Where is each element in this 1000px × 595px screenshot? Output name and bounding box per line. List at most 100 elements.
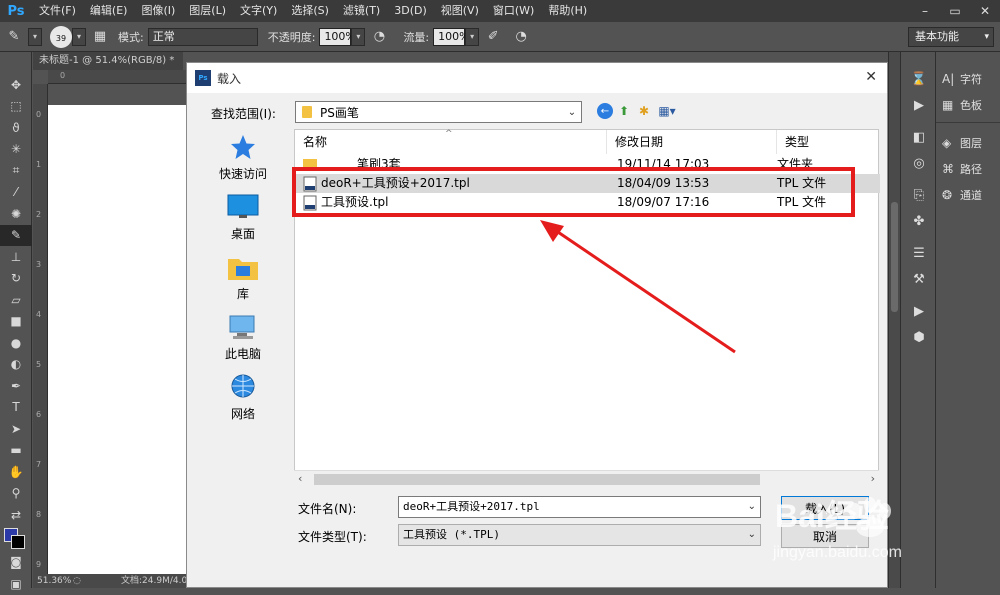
dodge-tool-icon[interactable]: ◐	[0, 354, 32, 376]
brush-size-preview[interactable]: 39	[50, 25, 72, 48]
filename-input[interactable]: deoR+工具预设+2017.tpl ⌄	[398, 496, 761, 518]
look-in-label: 查找范围(I):	[211, 107, 276, 121]
path-selection-tool-icon[interactable]: ➤	[0, 418, 32, 440]
mode-select[interactable]: 正常	[147, 27, 258, 46]
brush-tool-icon[interactable]: ✎	[4, 27, 24, 47]
menu-filter[interactable]: 滤镜(T)	[336, 0, 387, 22]
history-panel-icon[interactable]: ⌛	[901, 66, 937, 92]
menu-file[interactable]: 文件(F)	[32, 0, 83, 22]
pressure-opacity-icon[interactable]: ◔	[369, 27, 389, 47]
workspace-select[interactable]: 基本功能 ▾	[908, 27, 994, 47]
document-canvas[interactable]	[48, 105, 198, 575]
column-header-date[interactable]: 修改日期	[607, 130, 777, 154]
magic-wand-tool-icon[interactable]: ✳	[0, 139, 32, 161]
places-bar: 快速访问 桌面 库 此电脑 网络	[207, 129, 279, 429]
lasso-tool-icon[interactable]: ϑ	[0, 117, 32, 139]
filetype-label: 文件类型(T):	[298, 530, 367, 544]
eraser-tool-icon[interactable]: ▱	[0, 289, 32, 311]
look-in-select[interactable]: PS画笔 ⌄	[295, 101, 582, 123]
brush-presets-panel-icon[interactable]: ✤	[901, 208, 937, 234]
rectangle-tool-icon[interactable]: ▬	[0, 440, 32, 462]
hand-tool-icon[interactable]: ✋	[0, 461, 32, 483]
history-brush-tool-icon[interactable]: ↻	[0, 268, 32, 290]
document-tab[interactable]: 未标题-1 @ 51.4%(RGB/8) * ✕	[33, 52, 183, 70]
menu-edit[interactable]: 编辑(E)	[83, 0, 135, 22]
3d-panel-icon[interactable]: ⬢	[901, 324, 937, 350]
scrollbar-thumb[interactable]	[314, 474, 760, 485]
maximize-icon[interactable]: ▭	[940, 0, 970, 22]
panel-paths[interactable]: ⌘ 路径	[936, 156, 1000, 182]
panel-swatches[interactable]: ▦ 色板	[936, 92, 1000, 118]
menu-layer[interactable]: 图层(L)	[182, 0, 233, 22]
tools-panel: ✥ ⬚ ϑ ✳ ⌗ ⁄ ✺ ✎ ⊥ ↻ ▱ ■ ● ◐ ✒ T ➤ ▬ ✋ ⚲ …	[0, 52, 32, 591]
zoom-tool-icon[interactable]: ⚲	[0, 483, 32, 505]
filetype-select[interactable]: 工具预设 (*.TPL) ⌄	[398, 524, 761, 546]
new-folder-icon[interactable]: ✱	[637, 103, 651, 119]
menu-type[interactable]: 文字(Y)	[233, 0, 284, 22]
properties-panel-icon[interactable]: ☰	[901, 240, 937, 266]
opacity-input[interactable]: 100%	[319, 27, 356, 46]
color-panel-icon[interactable]: ◧	[901, 124, 937, 150]
timeline-panel-icon[interactable]: ▶	[901, 298, 937, 324]
column-header-type[interactable]: 类型	[777, 130, 877, 154]
up-folder-icon[interactable]: ⬆	[617, 103, 631, 119]
clone-stamp-tool-icon[interactable]: ⊥	[0, 246, 32, 268]
panel-character[interactable]: A| 字符	[936, 66, 1000, 92]
menu-3d[interactable]: 3D(D)	[387, 0, 434, 22]
tool-presets-panel-icon[interactable]: ⚒	[901, 266, 937, 292]
airbrush-icon[interactable]: ✐	[483, 27, 503, 47]
swap-colors-icon[interactable]: ⇄	[0, 504, 32, 526]
actions-panel-icon[interactable]: ▶	[901, 92, 937, 118]
type-tool-icon[interactable]: T	[0, 397, 32, 419]
brush-picker-dropdown-icon[interactable]: ▾	[72, 27, 86, 46]
brush-tool-icon[interactable]: ✎	[0, 224, 32, 246]
minimize-icon[interactable]: –	[910, 0, 940, 22]
menu-window[interactable]: 窗口(W)	[486, 0, 541, 22]
brush-panel-icon[interactable]: ▦	[90, 27, 110, 47]
panel-layers[interactable]: ◈ 图层	[936, 130, 1000, 156]
blur-tool-icon[interactable]: ●	[0, 332, 32, 354]
move-tool-icon[interactable]: ✥	[0, 74, 32, 96]
menu-image[interactable]: 图像(I)	[134, 0, 182, 22]
crop-tool-icon[interactable]: ⌗	[0, 160, 32, 182]
back-icon[interactable]: ←	[597, 103, 613, 119]
adjustments-panel-icon[interactable]: ◎	[901, 150, 937, 176]
column-header-name[interactable]: 名称 ^	[295, 129, 607, 154]
panel-scrollbar[interactable]	[891, 202, 898, 312]
tool-preset-dropdown-icon[interactable]: ▾	[28, 27, 42, 46]
flow-dropdown-icon[interactable]: ▾	[465, 27, 480, 46]
dialog-close-icon[interactable]: ✕	[865, 69, 877, 85]
marquee-tool-icon[interactable]: ⬚	[0, 96, 32, 118]
place-this-pc[interactable]: 此电脑	[207, 309, 279, 369]
menu-view[interactable]: 视图(V)	[434, 0, 486, 22]
place-network[interactable]: 网络	[207, 369, 279, 429]
place-desktop[interactable]: 桌面	[207, 189, 279, 249]
background-color-swatch[interactable]	[11, 534, 25, 549]
swatches-icon: ▦	[942, 98, 954, 112]
folder-icon	[302, 106, 312, 118]
panel-channels[interactable]: ❂ 通道	[936, 182, 1000, 208]
close-tab-icon[interactable]: ✕	[182, 55, 183, 66]
gradient-tool-icon[interactable]: ■	[0, 311, 32, 333]
place-quick-access[interactable]: 快速访问	[207, 129, 279, 189]
scroll-left-icon[interactable]: ‹	[298, 472, 302, 485]
zoom-level[interactable]: 51.36%	[33, 574, 73, 588]
close-icon[interactable]: ✕	[970, 0, 1000, 22]
filename-value: deoR+工具预设+2017.tpl	[403, 500, 540, 513]
clone-source-panel-icon[interactable]: ⎘	[901, 182, 937, 208]
status-info-icon[interactable]: ◌	[73, 574, 121, 588]
view-menu-icon[interactable]: ▦▾	[655, 103, 679, 119]
pen-tool-icon[interactable]: ✒	[0, 375, 32, 397]
eyedropper-tool-icon[interactable]: ⁄	[0, 182, 32, 204]
place-libraries[interactable]: 库	[207, 249, 279, 309]
color-swatches[interactable]	[0, 526, 31, 552]
quick-mask-icon[interactable]: ◙	[0, 552, 32, 574]
menu-help[interactable]: 帮助(H)	[541, 0, 594, 22]
flow-input[interactable]: 100%	[433, 27, 470, 46]
healing-brush-tool-icon[interactable]: ✺	[0, 203, 32, 225]
screen-mode-icon[interactable]: ▣	[0, 573, 32, 595]
opacity-dropdown-icon[interactable]: ▾	[351, 27, 366, 46]
computer-icon	[227, 309, 259, 345]
menu-select[interactable]: 选择(S)	[284, 0, 336, 22]
pressure-size-icon[interactable]: ◔	[511, 27, 531, 47]
